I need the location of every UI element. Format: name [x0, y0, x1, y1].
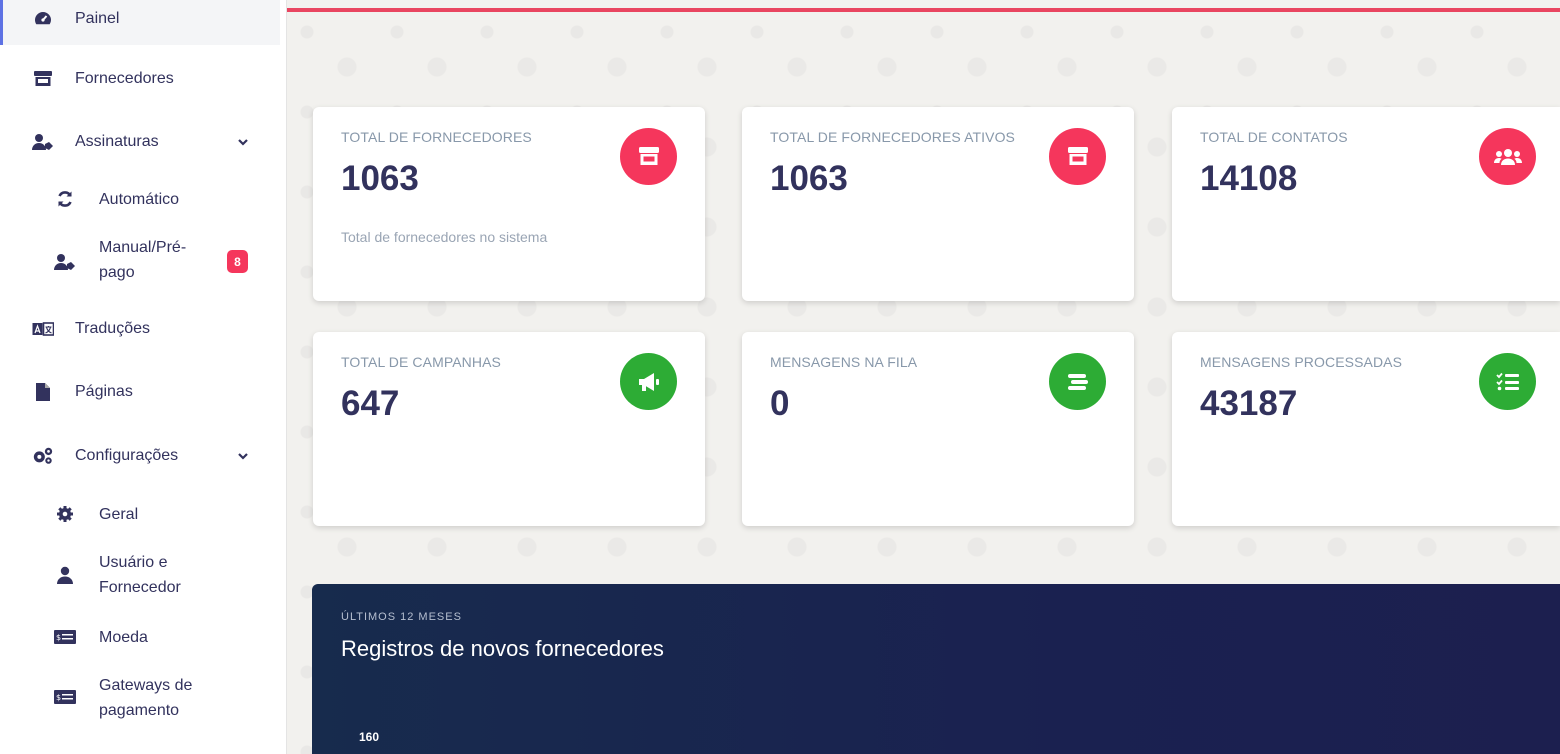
chart-panel-novos-fornecedores: ÚLTIMOS 12 MESES Registros de novos forn… [312, 584, 1560, 754]
gear-icon [54, 503, 76, 525]
money-icon: $ [54, 686, 76, 708]
sidebar-item-label-line2: pago [99, 264, 135, 281]
language-icon [32, 318, 54, 340]
stat-card-total-fornecedores: TOTAL DE FORNECEDORES 1063 Total de forn… [313, 107, 705, 301]
sidebar-item-traducoes[interactable]: Traduções [0, 309, 277, 349]
sidebar-item-label: Moeda [99, 628, 148, 646]
stat-title: TOTAL DE FORNECEDORES [341, 129, 532, 145]
y-axis-tick: 160 [359, 730, 380, 744]
sync-icon [54, 188, 76, 210]
money-icon: $ [54, 626, 76, 648]
svg-text:$: $ [56, 693, 61, 702]
sidebar-item-label-line2: Fornecedor [99, 579, 181, 596]
sidebar-item-label: Automático [99, 190, 180, 208]
count-badge: 8 [227, 250, 248, 273]
sidebar-item-moeda[interactable]: $ Moeda [0, 617, 277, 657]
gauge-icon [32, 8, 54, 30]
megaphone-icon [620, 353, 677, 410]
stat-value: 14108 [1200, 159, 1298, 198]
sidebar-item-label: Gateways de pagamento [99, 673, 192, 723]
user-icon [54, 564, 76, 586]
stat-value: 43187 [1200, 384, 1298, 423]
sidebar-item-label: Assinaturas [75, 133, 159, 150]
file-icon [32, 381, 54, 403]
stat-value: 1063 [341, 159, 419, 198]
sidebar-item-label: Painel [75, 9, 120, 27]
chart-title: Registros de novos fornecedores [341, 636, 664, 661]
sidebar-item-usuario-fornecedor[interactable]: Usuário e Fornecedor [0, 550, 277, 596]
chart-eyebrow: ÚLTIMOS 12 MESES [341, 611, 462, 623]
stat-title: MENSAGENS NA FILA [770, 354, 918, 370]
sidebar-item-automatico[interactable]: Automático [0, 179, 277, 219]
stat-value: 1063 [770, 159, 848, 198]
stat-card-mensagens-fila: MENSAGENS NA FILA 0 [742, 332, 1134, 526]
user-tag-icon [32, 131, 54, 153]
sidebar-item-label: Geral [99, 505, 139, 523]
sidebar-item-label: Fornecedores [75, 70, 174, 87]
sidebar-item-label-line1: Manual/Pré- [99, 239, 187, 256]
sidebar-item-label-line1: Usuário e [99, 554, 168, 571]
stat-title: TOTAL DE CAMPANHAS [341, 354, 501, 370]
top-bar [287, 0, 1560, 12]
chevron-down-icon [238, 139, 248, 146]
list-icon [1049, 353, 1106, 410]
stat-value: 647 [341, 384, 400, 423]
stat-card-total-contatos: TOTAL DE CONTATOS 14108 [1172, 107, 1560, 301]
users-icon [1479, 128, 1536, 185]
cogs-icon [32, 445, 54, 467]
sidebar-item-label: Traduções [75, 320, 150, 337]
user-tag-icon [54, 251, 76, 273]
store-icon [32, 68, 54, 90]
sidebar-item-fornecedores[interactable]: Fornecedores [0, 59, 277, 99]
sidebar-item-label-line2: pagamento [99, 702, 180, 719]
stat-card-fornecedores-ativos: TOTAL DE FORNECEDORES ATIVOS 1063 [742, 107, 1134, 301]
store-icon [1049, 128, 1106, 185]
tasks-icon [1479, 353, 1536, 410]
sidebar: Painel Fornecedores Assinaturas Automáti… [0, 0, 286, 754]
sidebar-item-manual-pre-pago[interactable]: Manual/Pré- pago 8 [0, 235, 277, 289]
accent-line [287, 8, 1560, 12]
sidebar-item-gateways-pagamento[interactable]: $ Gateways de pagamento [0, 673, 277, 727]
store-icon [620, 128, 677, 185]
sidebar-item-assinaturas[interactable]: Assinaturas [0, 122, 277, 162]
stat-card-mensagens-processadas: MENSAGENS PROCESSADAS 43187 [1172, 332, 1560, 526]
stat-title: TOTAL DE CONTATOS [1200, 129, 1348, 145]
stat-title: TOTAL DE FORNECEDORES ATIVOS [770, 129, 1015, 145]
svg-text:$: $ [56, 633, 61, 642]
sidebar-item-label: Páginas [75, 383, 133, 400]
sidebar-item-painel[interactable]: Painel [0, 0, 280, 45]
sidebar-item-label-line1: Gateways de [99, 677, 193, 694]
sidebar-item-label: Configurações [75, 447, 179, 464]
sidebar-item-configuracoes[interactable]: Configurações [0, 436, 277, 476]
stat-title: MENSAGENS PROCESSADAS [1200, 354, 1403, 370]
stat-value: 0 [770, 384, 790, 423]
stat-description: Total de fornecedores no sistema [341, 229, 548, 245]
stat-card-total-campanhas: TOTAL DE CAMPANHAS 647 [313, 332, 705, 526]
sidebar-item-geral[interactable]: Geral [0, 494, 277, 534]
sidebar-item-paginas[interactable]: Páginas [0, 372, 277, 412]
chevron-down-icon [238, 453, 248, 460]
sidebar-item-label: Manual/Pré- pago [99, 235, 186, 285]
sidebar-item-label: Usuário e Fornecedor [99, 550, 181, 596]
